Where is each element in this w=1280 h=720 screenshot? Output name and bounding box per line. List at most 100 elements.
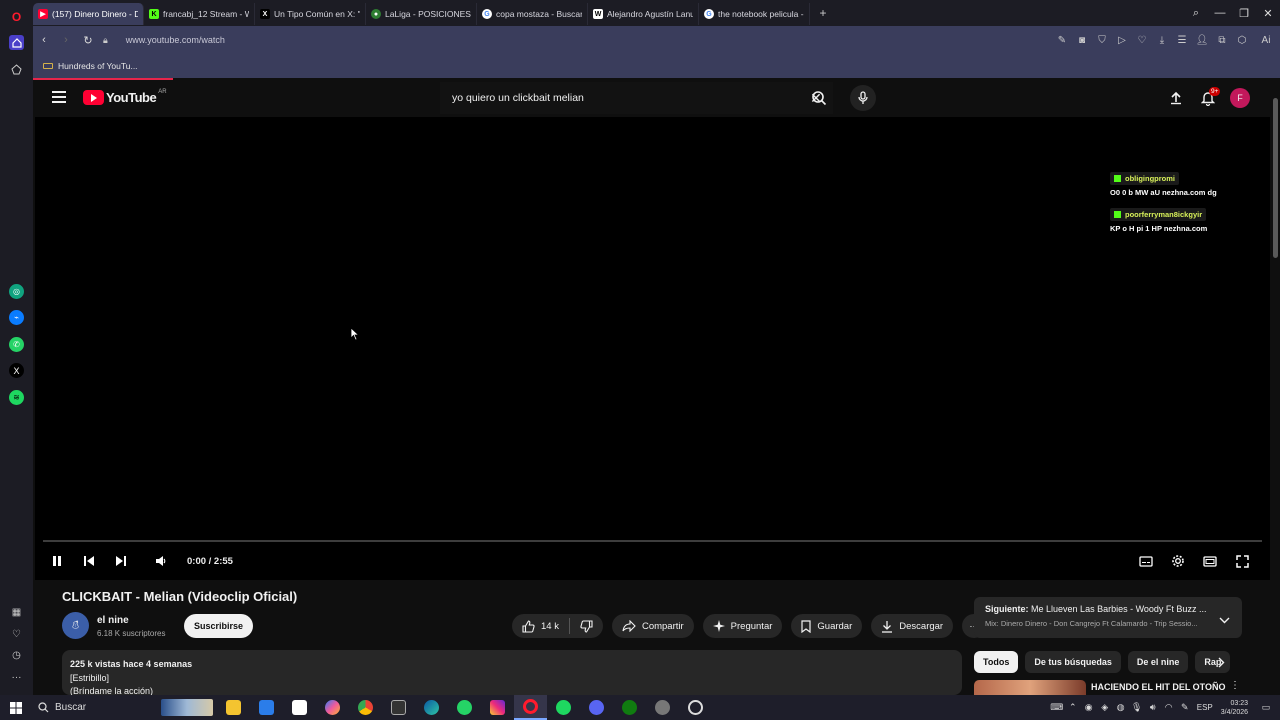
lock-icon[interactable]: 🔒︎ — [103, 35, 108, 46]
taskbar-settings[interactable] — [646, 695, 679, 720]
tab-google-notebook[interactable]: G the notebook pelicula - B — [699, 3, 810, 25]
x-twitter-icon[interactable]: X — [9, 363, 24, 378]
taskbar-spotify[interactable] — [547, 695, 580, 720]
url-field[interactable]: www.youtube.com/watch — [126, 35, 225, 45]
download-button[interactable]: Descargar — [871, 614, 954, 638]
back-button[interactable]: ‹ — [33, 34, 55, 46]
tab-x[interactable]: X Un Tipo Común en X: "@D — [255, 3, 366, 25]
video-player[interactable]: obligingpromi O0 0 b MW aU nezhna.com dg… — [35, 117, 1270, 580]
ask-button[interactable]: Preguntar — [702, 614, 783, 638]
taskbar-xbox[interactable] — [613, 695, 646, 720]
bookmark-item[interactable]: Hundreds of YouTu... — [58, 61, 138, 71]
forward-button[interactable]: › — [55, 34, 77, 46]
history-icon[interactable]: ◷ — [9, 648, 24, 663]
pause-button[interactable] — [41, 555, 73, 567]
youtube-logo[interactable]: YouTube AR — [83, 89, 167, 105]
heart-icon[interactable]: ♡ — [1132, 35, 1152, 46]
minimize-button[interactable]: — — [1208, 7, 1232, 19]
chip-all[interactable]: Todos — [974, 651, 1019, 673]
taskbar-whatsapp[interactable] — [448, 695, 481, 720]
tray-app-icon[interactable]: ◍ — [1113, 702, 1129, 713]
taskbar-search[interactable]: Buscar — [32, 695, 217, 720]
camera-icon[interactable]: ◙ — [1072, 35, 1092, 46]
chevron-right-icon[interactable] — [1218, 655, 1225, 673]
play-icon[interactable]: ▷ — [1112, 35, 1132, 46]
taskbar-edge[interactable] — [415, 695, 448, 720]
chip-from-searches[interactable]: De tus búsquedas — [1025, 651, 1121, 673]
channel-avatar[interactable]: ⛄︎ — [62, 612, 89, 639]
pen-icon[interactable]: ✎ — [1177, 702, 1193, 713]
volume-button[interactable] — [145, 555, 177, 567]
microphone-icon[interactable]: 🎙︎ — [1129, 702, 1145, 713]
taskbar-copilot[interactable] — [316, 695, 349, 720]
dislike-button[interactable] — [570, 619, 603, 633]
chip-from-channel[interactable]: De el nine — [1127, 651, 1189, 673]
wifi-icon[interactable]: ◠ — [1161, 702, 1177, 713]
clock[interactable]: 03:23 3/4/2026 — [1221, 699, 1248, 717]
settings-button[interactable] — [1162, 554, 1194, 568]
tray-app-icon[interactable]: ◉ — [1081, 702, 1097, 713]
reload-button[interactable]: ↻ — [77, 34, 99, 47]
download-icon[interactable]: ⤓ — [1152, 35, 1172, 46]
taskbar-opera-gx[interactable] — [679, 695, 712, 720]
ai-button[interactable]: Ai — [1252, 35, 1280, 46]
channel-name[interactable]: el nine — [97, 615, 129, 626]
tab-wikipedia[interactable]: W Alejandro Agustín Lanuss — [588, 3, 699, 25]
tab-youtube[interactable]: ▶ (157) Dinero Dinero - Don — [33, 3, 144, 25]
theater-mode-button[interactable] — [1194, 555, 1226, 567]
more-icon[interactable]: ··· — [9, 670, 24, 685]
chevron-up-icon[interactable]: ⌃ — [1065, 702, 1081, 713]
notifications-icon[interactable]: ▭ — [1258, 702, 1274, 713]
translate-icon[interactable]: ⧉ — [1212, 35, 1232, 46]
description-box[interactable]: 225 k vistas hace 4 semanas [Estribillo]… — [62, 650, 962, 696]
taskbar-file-explorer[interactable] — [217, 695, 250, 720]
taskbar-chrome[interactable] — [349, 695, 382, 720]
search-input[interactable]: yo quiero un clickbait melian ✕ — [440, 82, 833, 114]
taskbar-opera[interactable] — [514, 695, 547, 720]
search-button[interactable] — [799, 86, 839, 110]
speaker-icon[interactable]: 🔊︎ — [1145, 702, 1161, 713]
messenger-icon[interactable]: ⌁ — [9, 310, 24, 325]
voice-search-button[interactable] — [850, 85, 876, 111]
windows-start-button[interactable] — [0, 701, 32, 714]
home-icon[interactable] — [9, 35, 24, 50]
opera-logo-icon[interactable]: O — [9, 9, 24, 24]
tab-google-copa[interactable]: G copa mostaza - Buscar co — [477, 3, 588, 25]
account-avatar[interactable]: F — [1230, 88, 1250, 108]
up-next-card[interactable]: Siguiente: Me Llueven Las Barbies - Wood… — [974, 597, 1242, 638]
video-thumbnail[interactable] — [974, 680, 1086, 695]
close-window-button[interactable]: ✕ — [1256, 7, 1280, 20]
favorites-heart-icon[interactable]: ♡ — [9, 627, 24, 642]
page-scrollbar[interactable] — [1271, 80, 1280, 695]
upload-icon[interactable] — [1160, 91, 1192, 105]
extensions-icon[interactable]: ▦ — [9, 605, 24, 620]
menu-lines-icon[interactable]: ☰ — [1172, 35, 1192, 46]
speed-dial-icon[interactable] — [9, 62, 24, 77]
share-button[interactable]: Compartir — [611, 614, 694, 638]
taskbar-store[interactable] — [283, 695, 316, 720]
maximize-button[interactable]: ❐ — [1232, 7, 1256, 20]
taskbar-app-grid[interactable] — [382, 695, 415, 720]
tray-app-icon[interactable]: ◈ — [1097, 702, 1113, 713]
scrollbar-thumb[interactable] — [1273, 98, 1278, 258]
like-button[interactable]: 14 k — [512, 619, 569, 633]
spotify-icon[interactable]: ≋ — [9, 390, 24, 405]
whatsapp-icon[interactable]: ✆ — [9, 337, 24, 352]
edit-icon[interactable]: ✎ — [1052, 35, 1072, 46]
shield-icon[interactable]: ⛉ — [1092, 35, 1112, 46]
fullscreen-button[interactable] — [1226, 554, 1258, 568]
tab-kick[interactable]: K francabj_12 Stream - Watc — [144, 3, 255, 25]
new-tab-button[interactable]: + — [814, 6, 832, 20]
progress-bar[interactable] — [43, 540, 1262, 542]
search-tabs-icon[interactable]: ⌕ — [1184, 7, 1208, 20]
save-button[interactable]: Guardar — [791, 614, 863, 638]
hamburger-menu-icon[interactable] — [52, 91, 66, 103]
chevron-down-icon[interactable] — [1219, 611, 1230, 629]
tab-laliga[interactable]: ● LaLiga - POSICIONES, RES — [366, 3, 477, 25]
taskbar-instagram[interactable] — [481, 695, 514, 720]
chip-rap[interactable]: Rap — [1195, 651, 1231, 673]
next-button[interactable] — [105, 555, 137, 567]
previous-button[interactable] — [73, 555, 105, 567]
subscribe-button[interactable]: Suscribirse — [184, 614, 253, 638]
notifications-bell-icon[interactable]: 9+ — [1192, 86, 1224, 106]
